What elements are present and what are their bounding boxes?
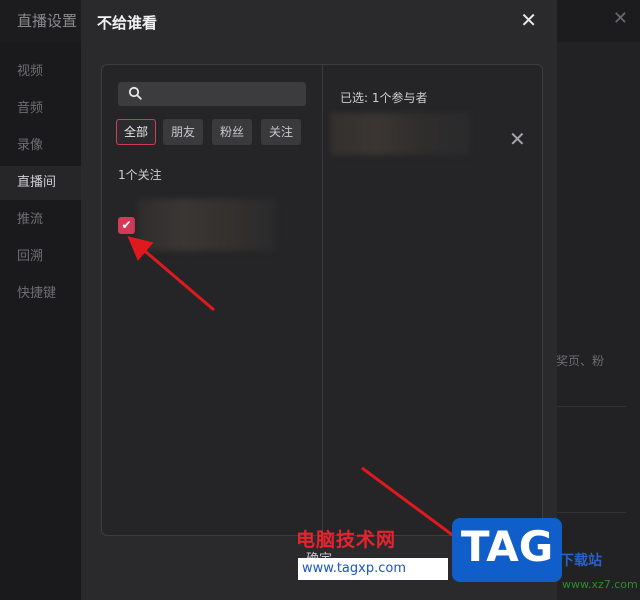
panel-divider: [322, 65, 323, 535]
selected-user-blurred: [330, 113, 470, 155]
following-count: 1个关注: [118, 168, 162, 182]
sidebar-item-shortcuts[interactable]: 快捷键: [0, 277, 82, 311]
watermark-logo: TAG: [452, 518, 562, 582]
sidebar-item-audio[interactable]: 音频: [0, 92, 82, 126]
settings-hint-text: 奖页、粉: [556, 354, 605, 368]
tab-fans[interactable]: 粉丝: [212, 119, 252, 145]
tab-following[interactable]: 关注: [261, 119, 301, 145]
selected-count: 已选: 1个参与者: [340, 91, 428, 105]
dialog-title: 不给谁看: [97, 14, 158, 32]
block-viewers-dialog: 不给谁看 ✕ 全部 朋友 粉丝 关注 1个关注 ✔ 已选: 1个参与者 ✕ 确定: [81, 0, 557, 600]
tab-all[interactable]: 全部: [116, 119, 156, 145]
list-item[interactable]: ✔: [118, 199, 288, 251]
sidebar-item-video[interactable]: 视频: [0, 55, 82, 89]
watermark-logo-text: TAG: [460, 522, 554, 571]
checkbox-checked[interactable]: ✔: [118, 217, 135, 234]
search-input[interactable]: [148, 82, 298, 106]
selection-panel: 全部 朋友 粉丝 关注 1个关注 ✔ 已选: 1个参与者 ✕: [101, 64, 543, 536]
watermark-url: www.tagxp.com: [298, 558, 448, 580]
search-box[interactable]: [118, 82, 306, 106]
sidebar-item-stream[interactable]: 推流: [0, 203, 82, 237]
watermark-title: 电脑技术网: [296, 529, 397, 551]
divider: [556, 512, 626, 513]
watermark-site-url: www.xz7.com: [562, 578, 638, 591]
blurred-user-info: [138, 199, 276, 251]
search-icon: [128, 86, 142, 100]
sidebar-item-recording[interactable]: 录像: [0, 129, 82, 163]
divider: [556, 406, 626, 407]
tab-friends[interactable]: 朋友: [163, 119, 203, 145]
remove-icon[interactable]: ✕: [509, 127, 526, 151]
sidebar-item-live-room[interactable]: 直播间: [0, 166, 82, 200]
settings-close-icon[interactable]: ✕: [613, 8, 628, 29]
settings-sidebar: 视频 音频 录像 直播间 推流 回溯 快捷键: [0, 42, 82, 600]
close-icon[interactable]: ✕: [520, 8, 537, 32]
watermark-site: 下载站: [560, 553, 602, 569]
settings-window-title: 直播设置: [17, 12, 78, 30]
sidebar-item-replay[interactable]: 回溯: [0, 240, 82, 274]
